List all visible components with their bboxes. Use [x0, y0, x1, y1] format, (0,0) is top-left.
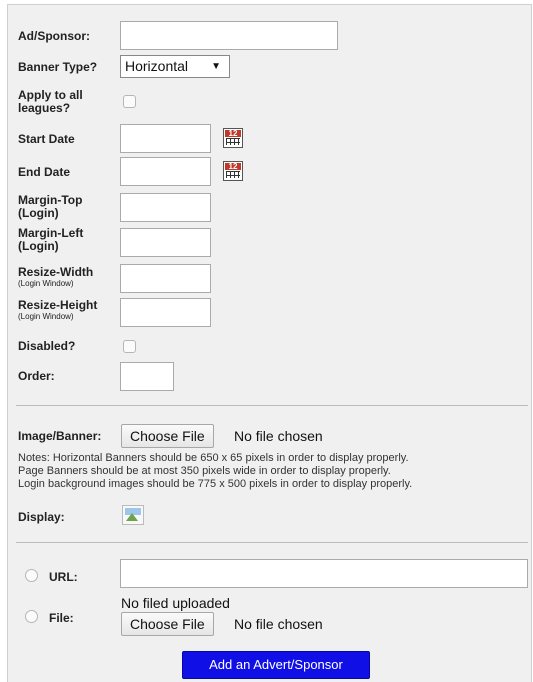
- url-radio[interactable]: [25, 569, 38, 582]
- resize-width-label: Resize-Width (Login Window): [18, 266, 93, 289]
- image-note-line: Notes: Horizontal Banners should be 650 …: [18, 452, 409, 464]
- margin-top-label: Margin-Top (Login): [18, 194, 82, 220]
- margin-top-label-sub: (Login): [18, 206, 59, 220]
- image-banner-label: Image/Banner:: [18, 429, 102, 443]
- image-choose-file-button[interactable]: Choose File: [121, 424, 214, 448]
- margin-top-input[interactable]: [120, 193, 211, 222]
- margin-top-label-text: Margin-Top: [18, 193, 83, 207]
- resize-height-label: Resize-Height (Login Window): [18, 299, 97, 322]
- image-notes: Notes: Horizontal Banners should be 650 …: [18, 452, 528, 491]
- ad-sponsor-label: Ad/Sponsor:: [18, 29, 90, 43]
- disabled-label: Disabled?: [18, 339, 76, 353]
- image-no-file-text: No file chosen: [234, 428, 323, 444]
- no-file-uploaded-text: No filed uploaded: [121, 595, 230, 611]
- margin-left-label-sub: (Login): [18, 239, 59, 253]
- file-radio[interactable]: [25, 610, 38, 623]
- calendar-icon-number: 12: [228, 162, 238, 171]
- dropdown-arrow-icon: ▼: [211, 61, 221, 72]
- banner-type-select[interactable]: Horizontal ▼: [120, 55, 230, 78]
- add-advert-sponsor-button[interactable]: Add an Advert/Sponsor: [182, 651, 370, 679]
- image-note-line: Page Banners should be at most 350 pixel…: [18, 465, 391, 477]
- end-date-input[interactable]: [120, 157, 211, 186]
- resize-width-input[interactable]: [120, 264, 211, 293]
- file-label: File:: [49, 611, 74, 625]
- margin-left-input[interactable]: [120, 228, 211, 257]
- order-input[interactable]: [120, 362, 174, 391]
- url-label: URL:: [49, 570, 78, 584]
- resize-height-label-text: Resize-Height: [18, 298, 98, 312]
- disabled-checkbox[interactable]: [123, 340, 136, 353]
- apply-all-checkbox[interactable]: [123, 95, 136, 108]
- end-date-label: End Date: [18, 165, 71, 179]
- calendar-icon[interactable]: 12: [223, 128, 243, 148]
- calendar-icon[interactable]: 12: [223, 161, 243, 181]
- broken-image-icon: [122, 505, 144, 525]
- section-divider: [16, 405, 528, 406]
- link-no-file-text: No file chosen: [234, 616, 323, 632]
- apply-all-label: Apply to all leagues?: [18, 88, 83, 115]
- resize-width-label-text: Resize-Width: [18, 265, 94, 279]
- resize-height-input[interactable]: [120, 298, 211, 327]
- section-divider: [16, 542, 528, 543]
- margin-left-label-text: Margin-Left: [18, 226, 84, 240]
- banner-type-label: Banner Type?: [18, 60, 98, 74]
- start-date-input[interactable]: [120, 124, 211, 153]
- start-date-label: Start Date: [18, 132, 75, 146]
- calendar-icon-number: 12: [228, 129, 238, 138]
- banner-type-value: Horizontal: [125, 58, 189, 74]
- url-input[interactable]: [120, 559, 528, 588]
- resize-width-label-sub: (Login Window): [18, 279, 74, 288]
- image-note-line: Login background images should be 775 x …: [18, 478, 413, 490]
- display-label: Display:: [18, 510, 65, 524]
- resize-height-label-sub: (Login Window): [18, 312, 74, 321]
- advert-form-panel: Ad/Sponsor: Banner Type? Horizontal ▼ Ap…: [7, 4, 532, 682]
- ad-sponsor-input[interactable]: [120, 21, 338, 50]
- margin-left-label: Margin-Left (Login): [18, 227, 83, 253]
- link-choose-file-button[interactable]: Choose File: [121, 612, 214, 636]
- order-label: Order:: [18, 369, 55, 383]
